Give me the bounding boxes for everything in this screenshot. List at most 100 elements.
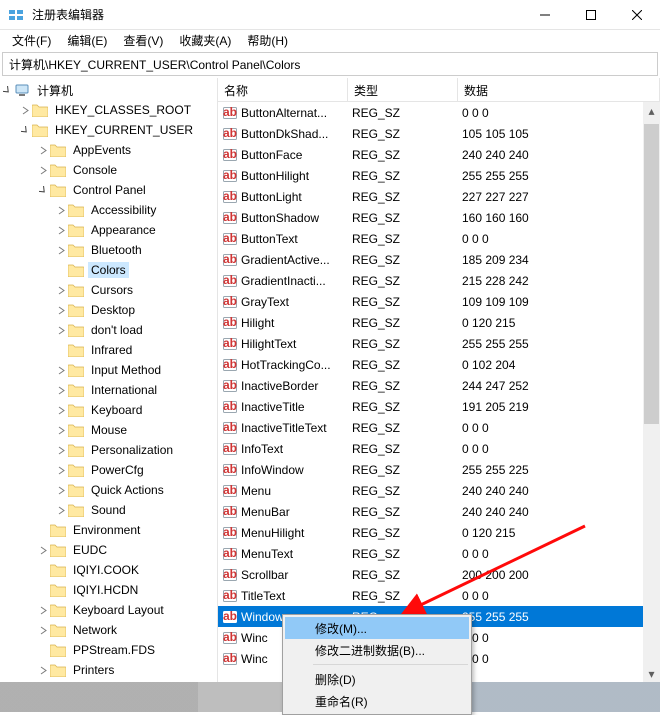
tree-item[interactable]: Input Method xyxy=(0,360,217,380)
list-body[interactable]: abButtonAlternat...REG_SZ0 0 0abButtonDk… xyxy=(218,102,660,682)
menu-item[interactable]: 查看(V) xyxy=(115,30,171,51)
tree-item[interactable]: EUDC xyxy=(0,540,217,560)
scroll-down-icon[interactable]: ▾ xyxy=(643,665,660,682)
addressbar[interactable]: 计算机\HKEY_CURRENT_USER\Control Panel\Colo… xyxy=(2,52,658,76)
tree-item[interactable]: Mouse xyxy=(0,420,217,440)
tree-item[interactable]: HKEY_CLASSES_ROOT xyxy=(0,100,217,120)
tree-item[interactable]: HKEY_CURRENT_USER xyxy=(0,120,217,140)
list-row[interactable]: abMenuTextREG_SZ0 0 0 xyxy=(218,543,660,564)
chevron-right-icon[interactable] xyxy=(54,363,68,377)
list-row[interactable]: abHilightTextREG_SZ255 255 255 xyxy=(218,333,660,354)
tree-item[interactable]: Console xyxy=(0,160,217,180)
chevron-right-icon[interactable] xyxy=(36,143,50,157)
list-row[interactable]: abInactiveTitleTextREG_SZ0 0 0 xyxy=(218,417,660,438)
chevron-down-icon[interactable] xyxy=(18,123,32,137)
scrollbar-thumb[interactable] xyxy=(644,124,659,424)
list-row[interactable]: abInactiveTitleREG_SZ191 205 219 xyxy=(218,396,660,417)
tree-item[interactable]: Accessibility xyxy=(0,200,217,220)
tree-item[interactable]: Environment xyxy=(0,520,217,540)
tree-item[interactable]: Infrared xyxy=(0,340,217,360)
tree-item[interactable]: International xyxy=(0,380,217,400)
tree-item[interactable]: Appearance xyxy=(0,220,217,240)
tree-item[interactable]: Sound xyxy=(0,500,217,520)
tree-item[interactable]: Printers xyxy=(0,660,217,680)
col-header-data[interactable]: 数据 xyxy=(458,78,660,101)
list-row[interactable]: abButtonDkShad...REG_SZ105 105 105 xyxy=(218,123,660,144)
context-menu-item[interactable]: 删除(D) xyxy=(285,668,469,690)
tree-item[interactable]: Colors xyxy=(0,260,217,280)
tree-item[interactable]: IQIYI.COOK xyxy=(0,560,217,580)
list-row[interactable]: abGradientInacti...REG_SZ215 228 242 xyxy=(218,270,660,291)
context-menu-item[interactable]: 修改(M)... xyxy=(285,617,469,639)
chevron-right-icon[interactable] xyxy=(54,443,68,457)
chevron-right-icon[interactable] xyxy=(54,303,68,317)
chevron-right-icon[interactable] xyxy=(54,283,68,297)
list-row[interactable]: abButtonHilightREG_SZ255 255 255 xyxy=(218,165,660,186)
tree-item[interactable]: Quick Actions xyxy=(0,480,217,500)
chevron-right-icon[interactable] xyxy=(54,243,68,257)
list-row[interactable]: abTitleTextREG_SZ0 0 0 xyxy=(218,585,660,606)
list-row[interactable]: abGradientActive...REG_SZ185 209 234 xyxy=(218,249,660,270)
tree-item[interactable]: Bluetooth xyxy=(0,240,217,260)
chevron-down-icon[interactable] xyxy=(36,183,50,197)
tree-item[interactable]: Network xyxy=(0,620,217,640)
chevron-right-icon[interactable] xyxy=(54,403,68,417)
tree-pane[interactable]: 计算机HKEY_CLASSES_ROOTHKEY_CURRENT_USERApp… xyxy=(0,78,218,682)
chevron-right-icon[interactable] xyxy=(36,543,50,557)
chevron-right-icon[interactable] xyxy=(54,463,68,477)
scroll-up-icon[interactable]: ▴ xyxy=(643,102,660,119)
list-row[interactable]: abInactiveBorderREG_SZ244 247 252 xyxy=(218,375,660,396)
list-row[interactable]: abScrollbarREG_SZ200 200 200 xyxy=(218,564,660,585)
tree-item[interactable]: 计算机 xyxy=(0,80,217,100)
tree-item[interactable]: PPStream.FDS xyxy=(0,640,217,660)
list-scrollbar[interactable]: ▴ ▾ xyxy=(643,102,660,682)
list-row[interactable]: abMenuBarREG_SZ240 240 240 xyxy=(218,501,660,522)
close-button[interactable] xyxy=(614,0,660,30)
chevron-right-icon[interactable] xyxy=(54,383,68,397)
col-header-type[interactable]: 类型 xyxy=(348,78,458,101)
tree-item[interactable]: don't load xyxy=(0,320,217,340)
chevron-right-icon[interactable] xyxy=(54,423,68,437)
maximize-button[interactable] xyxy=(568,0,614,30)
tree-item[interactable]: Desktop xyxy=(0,300,217,320)
menu-item[interactable]: 编辑(E) xyxy=(59,30,115,51)
list-row[interactable]: abHotTrackingCo...REG_SZ0 102 204 xyxy=(218,354,660,375)
chevron-right-icon[interactable] xyxy=(18,103,32,117)
list-row[interactable]: abInfoWindowREG_SZ255 255 225 xyxy=(218,459,660,480)
list-row[interactable]: abMenuHilightREG_SZ0 120 215 xyxy=(218,522,660,543)
list-row[interactable]: abHilightREG_SZ0 120 215 xyxy=(218,312,660,333)
list-row[interactable]: abInfoTextREG_SZ0 0 0 xyxy=(218,438,660,459)
list-row[interactable]: abButtonShadowREG_SZ160 160 160 xyxy=(218,207,660,228)
chevron-right-icon[interactable] xyxy=(54,483,68,497)
tree-item[interactable]: Keyboard xyxy=(0,400,217,420)
list-row[interactable]: abMenuREG_SZ240 240 240 xyxy=(218,480,660,501)
tree-item[interactable]: Control Panel xyxy=(0,180,217,200)
list-row[interactable]: abButtonFaceREG_SZ240 240 240 xyxy=(218,144,660,165)
tree-item[interactable]: IQIYI.HCDN xyxy=(0,580,217,600)
menu-item[interactable]: 帮助(H) xyxy=(239,30,296,51)
tree-item[interactable]: PowerCfg xyxy=(0,460,217,480)
chevron-right-icon[interactable] xyxy=(36,603,50,617)
chevron-down-icon[interactable] xyxy=(0,83,14,97)
chevron-right-icon[interactable] xyxy=(54,223,68,237)
tree-item[interactable]: Cursors xyxy=(0,280,217,300)
chevron-right-icon[interactable] xyxy=(36,163,50,177)
menu-item[interactable]: 文件(F) xyxy=(4,30,59,51)
chevron-right-icon[interactable] xyxy=(54,323,68,337)
col-header-name[interactable]: 名称 xyxy=(218,78,348,101)
context-menu-item[interactable]: 重命名(R) xyxy=(285,690,469,712)
tree-item[interactable]: Personalization xyxy=(0,440,217,460)
tree-item[interactable]: AppEvents xyxy=(0,140,217,160)
list-row[interactable]: abButtonLightREG_SZ227 227 227 xyxy=(218,186,660,207)
chevron-right-icon[interactable] xyxy=(54,203,68,217)
minimize-button[interactable] xyxy=(522,0,568,30)
chevron-right-icon[interactable] xyxy=(36,623,50,637)
chevron-right-icon[interactable] xyxy=(54,503,68,517)
list-row[interactable]: abGrayTextREG_SZ109 109 109 xyxy=(218,291,660,312)
menu-item[interactable]: 收藏夹(A) xyxy=(171,30,239,51)
context-menu-item[interactable]: 修改二进制数据(B)... xyxy=(285,639,469,661)
list-row[interactable]: abButtonTextREG_SZ0 0 0 xyxy=(218,228,660,249)
chevron-right-icon[interactable] xyxy=(36,663,50,677)
list-row[interactable]: abButtonAlternat...REG_SZ0 0 0 xyxy=(218,102,660,123)
tree-item[interactable]: Keyboard Layout xyxy=(0,600,217,620)
